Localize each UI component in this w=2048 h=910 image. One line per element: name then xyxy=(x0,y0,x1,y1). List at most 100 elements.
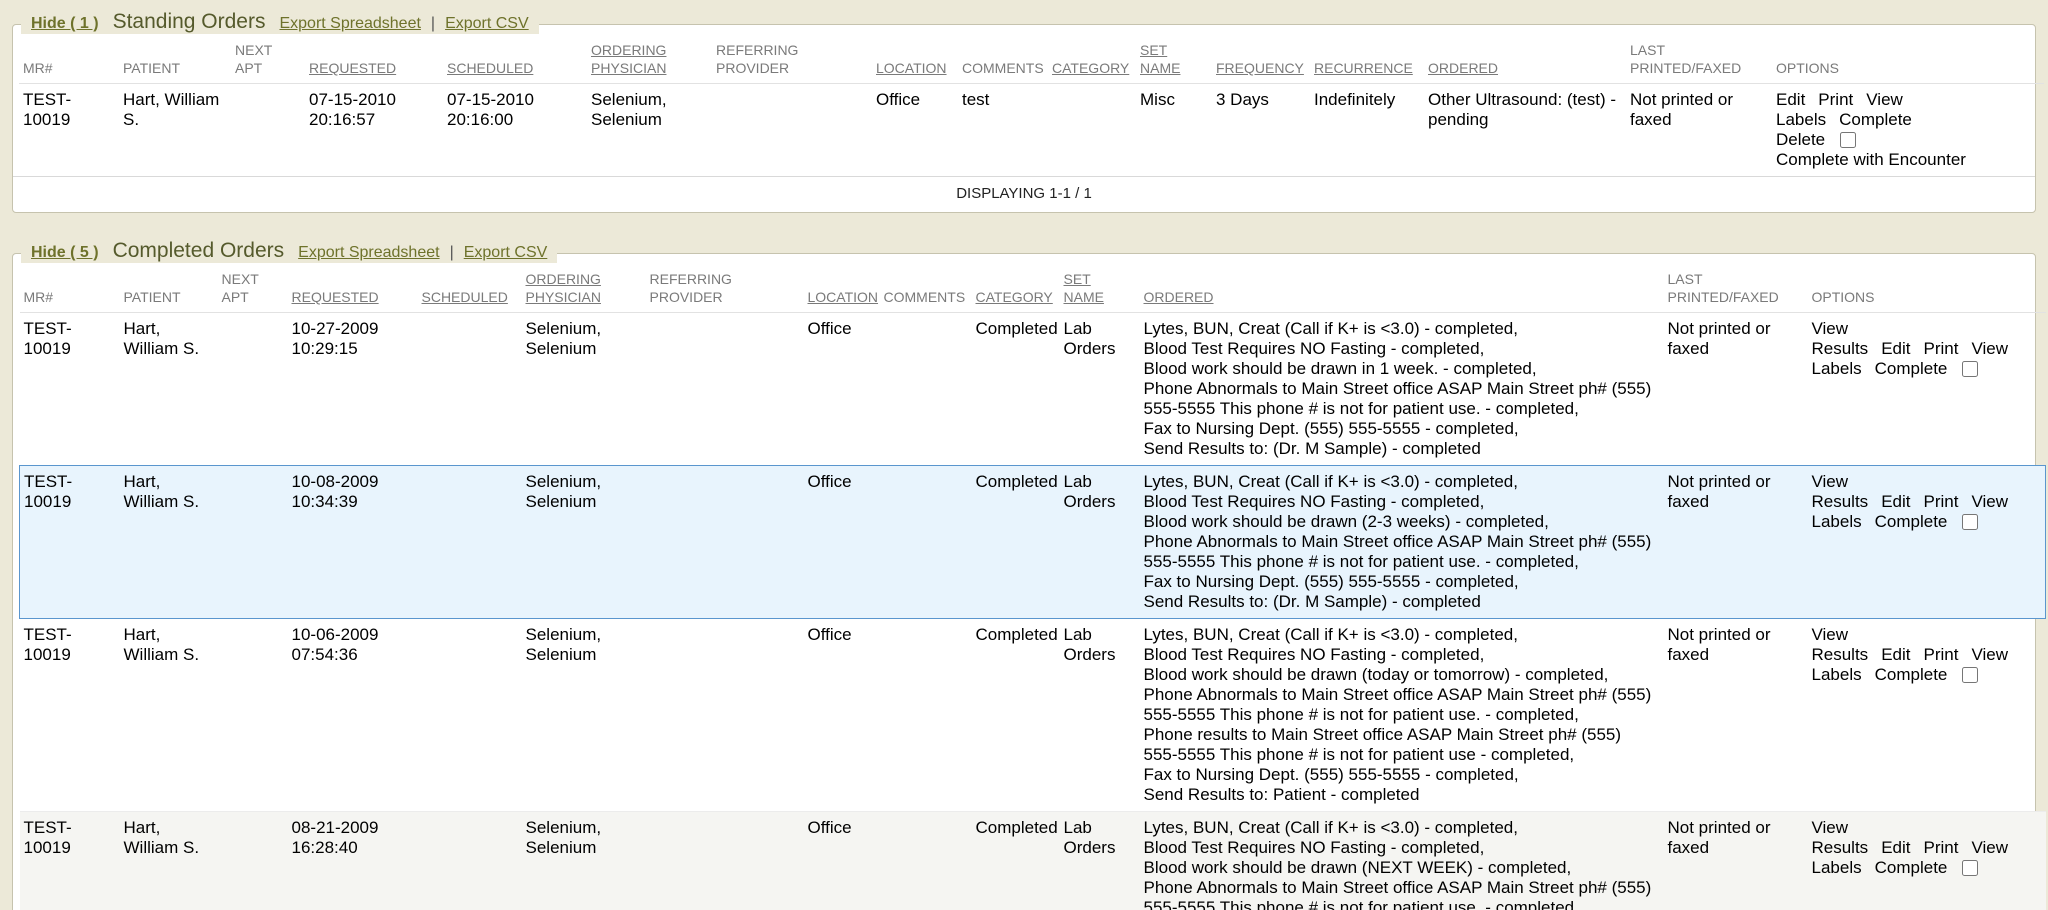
comments-cell xyxy=(880,619,972,812)
referring-provider-cell xyxy=(646,313,804,466)
complete-link[interactable]: Complete xyxy=(1875,665,1948,684)
completed-hide-link[interactable]: Hide ( 5 ) xyxy=(31,244,99,262)
view-results-link[interactable]: View Results xyxy=(1812,472,1869,511)
print-link[interactable]: Print xyxy=(1923,339,1958,358)
set-name-cell: Lab Orders xyxy=(1060,313,1140,466)
standing-orders-legend: Hide ( 1 ) Standing Orders Export Spread… xyxy=(21,10,539,34)
delete-link[interactable]: Delete xyxy=(1776,130,1825,149)
referring-provider-cell xyxy=(712,84,872,177)
order-checkbox[interactable] xyxy=(1962,361,1978,377)
col-ordering-physician[interactable]: ORDERING PHYSICIAN xyxy=(587,37,712,84)
col-next-apt: NEXT APT xyxy=(231,37,305,84)
ordering-physician-cell: Selenium, Selenium xyxy=(522,619,646,812)
col-scheduled[interactable]: SCHEDULED xyxy=(418,266,522,313)
col-category[interactable]: CATEGORY xyxy=(972,266,1060,313)
col-last-printed: LAST PRINTED/FAXED xyxy=(1664,266,1808,313)
col-frequency[interactable]: FREQUENCY xyxy=(1212,37,1310,84)
complete-link[interactable]: Complete xyxy=(1875,359,1948,378)
col-ordered[interactable]: ORDERED xyxy=(1424,37,1626,84)
edit-link[interactable]: Edit xyxy=(1881,492,1910,511)
set-name-cell: Lab Orders xyxy=(1060,466,1140,619)
edit-link[interactable]: Edit xyxy=(1881,339,1910,358)
view-results-link[interactable]: View Results xyxy=(1812,818,1869,857)
col-scheduled[interactable]: SCHEDULED xyxy=(443,37,587,84)
standing-header-row: MR# PATIENT NEXT APT REQUESTED SCHEDULED… xyxy=(19,37,2044,84)
completed-export-csv-link[interactable]: Export CSV xyxy=(464,244,548,262)
scheduled-cell: 07-15-2010 20:16:00 xyxy=(443,84,587,177)
col-referring-provider: REFERRING PROVIDER xyxy=(712,37,872,84)
col-ordered[interactable]: ORDERED xyxy=(1140,266,1664,313)
standing-export-spreadsheet-link[interactable]: Export Spreadsheet xyxy=(279,15,420,33)
options-cell: View ResultsEditPrintView LabelsComplete xyxy=(1808,313,2046,466)
ordering-physician-cell: Selenium, Selenium xyxy=(522,313,646,466)
col-recurrence[interactable]: RECURRENCE xyxy=(1310,37,1424,84)
order-checkbox[interactable] xyxy=(1962,667,1978,683)
requested-cell: 10-27-2009 10:29:15 xyxy=(288,313,418,466)
col-location[interactable]: LOCATION xyxy=(804,266,880,313)
standing-export-csv-link[interactable]: Export CSV xyxy=(445,15,529,33)
order-checkbox[interactable] xyxy=(1962,860,1978,876)
ordering-physician-cell: Selenium, Selenium xyxy=(587,84,712,177)
scheduled-cell xyxy=(418,466,522,619)
requested-cell: 10-08-2009 10:34:39 xyxy=(288,466,418,619)
col-patient: PATIENT xyxy=(119,37,231,84)
print-link[interactable]: Print xyxy=(1923,645,1958,664)
col-category[interactable]: CATEGORY xyxy=(1048,37,1136,84)
set-name-cell: Misc xyxy=(1136,84,1212,177)
col-set-name[interactable]: SET NAME xyxy=(1060,266,1140,313)
print-link[interactable]: Print xyxy=(1818,90,1853,109)
col-ordering-physician[interactable]: ORDERING PHYSICIAN xyxy=(522,266,646,313)
complete-link[interactable]: Complete xyxy=(1875,858,1948,877)
completed-order-row: TEST-10019 Hart, William S. 08-21-2009 1… xyxy=(20,812,2046,910)
mr-cell: TEST-10019 xyxy=(20,466,120,619)
patient-cell: Hart, William S. xyxy=(120,466,218,619)
col-set-name[interactable]: SET NAME xyxy=(1136,37,1212,84)
view-results-link[interactable]: View Results xyxy=(1812,319,1869,358)
col-last-printed: LAST PRINTED/FAXED xyxy=(1626,37,1772,84)
col-patient: PATIENT xyxy=(120,266,218,313)
complete-link[interactable]: Complete xyxy=(1875,512,1948,531)
legend-separator: | xyxy=(450,244,454,262)
complete-link[interactable]: Complete xyxy=(1839,110,1912,129)
order-checkbox[interactable] xyxy=(1962,514,1978,530)
order-checkbox[interactable] xyxy=(1840,132,1856,148)
referring-provider-cell xyxy=(646,619,804,812)
mr-cell: TEST-10019 xyxy=(19,84,119,177)
completed-export-spreadsheet-link[interactable]: Export Spreadsheet xyxy=(298,244,439,262)
mr-cell: TEST-10019 xyxy=(20,313,120,466)
completed-header-row: MR# PATIENT NEXT APT REQUESTED SCHEDULED… xyxy=(20,266,2046,313)
print-link[interactable]: Print xyxy=(1923,492,1958,511)
comments-cell xyxy=(880,313,972,466)
location-cell: Office xyxy=(872,84,958,177)
comments-cell xyxy=(880,466,972,619)
location-cell: Office xyxy=(804,466,880,619)
edit-link[interactable]: Edit xyxy=(1881,645,1910,664)
view-results-link[interactable]: View Results xyxy=(1812,625,1869,664)
options-line: EditPrintView LabelsComplete xyxy=(1776,90,2036,130)
standing-paging-status: DISPLAYING 1-1 / 1 xyxy=(13,176,2035,212)
col-requested[interactable]: REQUESTED xyxy=(305,37,443,84)
scheduled-cell xyxy=(418,619,522,812)
legend-separator: | xyxy=(431,15,435,33)
col-location[interactable]: LOCATION xyxy=(872,37,958,84)
col-mr: MR# xyxy=(20,266,120,313)
standing-hide-link[interactable]: Hide ( 1 ) xyxy=(31,15,99,33)
last-printed-cell: Not printed or faxed xyxy=(1664,466,1808,619)
col-comments: COMMENTS xyxy=(958,37,1048,84)
complete-with-encounter-link[interactable]: Complete with Encounter xyxy=(1776,150,1966,169)
last-printed-cell: Not printed or faxed xyxy=(1664,313,1808,466)
mr-cell: TEST-10019 xyxy=(20,619,120,812)
ordered-cell: Lytes, BUN, Creat (Call if K+ is <3.0) -… xyxy=(1140,466,1664,619)
location-cell: Office xyxy=(804,313,880,466)
ordered-cell: Other Ultrasound: (test) - pending xyxy=(1424,84,1626,177)
next-apt-cell xyxy=(218,619,288,812)
patient-cell: Hart, William S. xyxy=(119,84,231,177)
requested-cell: 10-06-2009 07:54:36 xyxy=(288,619,418,812)
requested-cell: 07-15-2010 20:16:57 xyxy=(305,84,443,177)
print-link[interactable]: Print xyxy=(1923,838,1958,857)
edit-link[interactable]: Edit xyxy=(1881,838,1910,857)
standing-orders-title: Standing Orders xyxy=(113,10,266,34)
edit-link[interactable]: Edit xyxy=(1776,90,1805,109)
col-requested[interactable]: REQUESTED xyxy=(288,266,418,313)
col-comments: COMMENTS xyxy=(880,266,972,313)
